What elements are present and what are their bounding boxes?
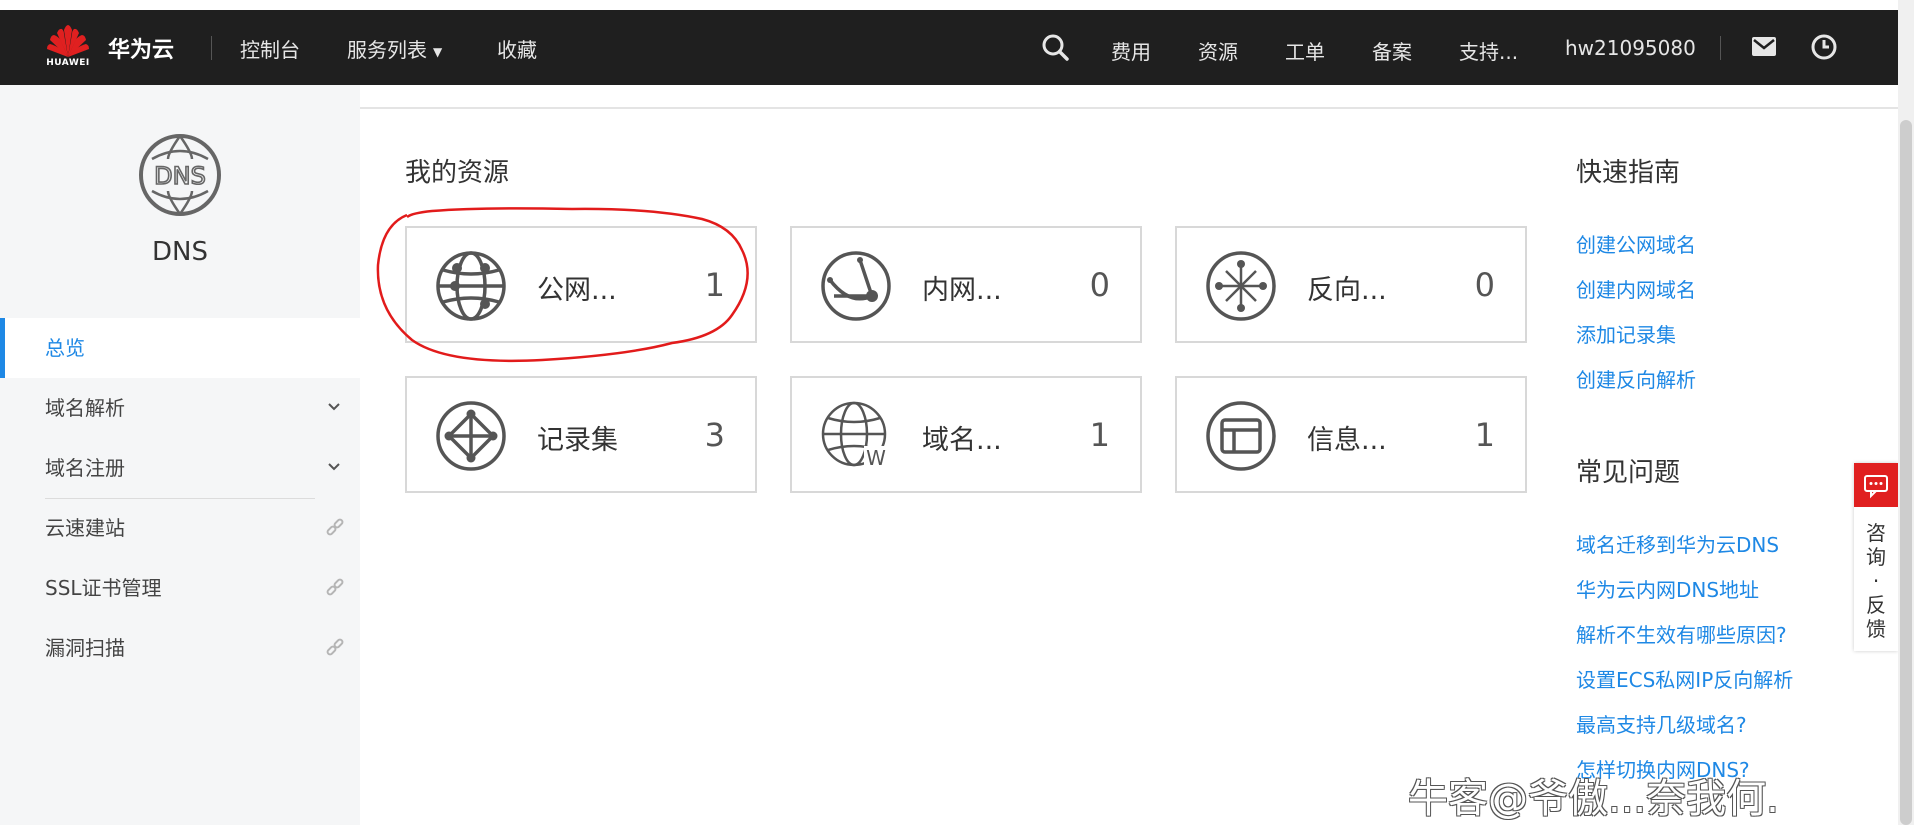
card-label: 反向... xyxy=(1307,275,1387,306)
nav-favorites[interactable]: 收藏 xyxy=(497,34,537,63)
nav-icp-filing[interactable]: 备案 xyxy=(1372,36,1412,65)
card-count: 0 xyxy=(1474,266,1495,304)
sidebar-item-label: 总览 xyxy=(45,336,85,360)
watermark-text: 牛客@爷傲...奈我何. xyxy=(1408,776,1779,822)
svg-text:W: W xyxy=(866,446,886,470)
nav-billing[interactable]: 费用 xyxy=(1111,36,1151,65)
card-count: 1 xyxy=(1089,416,1110,454)
sidebar-item-label: 云速建站 xyxy=(45,516,125,540)
huawei-logo[interactable]: HUAWEI xyxy=(44,24,92,80)
resource-card-record-sets[interactable]: 记录集 3 xyxy=(405,376,757,493)
external-link-icon xyxy=(324,498,346,558)
guide-link-create-private-zone[interactable]: 创建内网域名 xyxy=(1576,274,1696,303)
sidebar-item-overview[interactable]: 总览 xyxy=(0,318,360,378)
chat-icon xyxy=(1854,463,1898,507)
card-label: 记录集 xyxy=(537,425,618,456)
faq-link[interactable]: 域名迁移到华为云DNS xyxy=(1576,529,1779,558)
clock-icon[interactable] xyxy=(1809,32,1839,62)
logo-text: HUAWEI xyxy=(46,58,90,68)
globe-icon xyxy=(435,250,507,322)
my-resources-title: 我的资源 xyxy=(405,158,510,188)
sidebar-item-site-builder[interactable]: 云速建站 xyxy=(0,498,360,558)
nav-service-list[interactable]: 服务列表 ▼ xyxy=(347,34,442,63)
nav-tickets[interactable]: 工单 xyxy=(1285,36,1325,65)
sidebar-item-domain-registration[interactable]: 域名注册 xyxy=(0,438,360,498)
guide-link-create-reverse-resolution[interactable]: 创建反向解析 xyxy=(1576,364,1696,393)
nav-service-list-label: 服务列表 xyxy=(347,38,427,62)
nav-support[interactable]: 支持... xyxy=(1459,36,1518,65)
private-network-icon xyxy=(820,250,892,322)
top-navigation-bar: HUAWEI 华为云 控制台 服务列表 ▼ 收藏 费用 资源 工单 备案 支持..… xyxy=(0,10,1898,85)
card-label: 域名... xyxy=(922,425,1002,456)
search-icon[interactable] xyxy=(1040,32,1070,62)
sidebar-item-label: 域名解析 xyxy=(45,396,125,420)
nav-divider xyxy=(211,36,212,60)
card-count: 1 xyxy=(704,266,725,304)
card-label: 公网... xyxy=(537,275,617,306)
caret-down-icon: ▼ xyxy=(433,44,443,59)
brand-name[interactable]: 华为云 xyxy=(108,32,174,64)
faq-link[interactable]: 解析不生效有哪些原因? xyxy=(1576,619,1787,648)
sidebar: DNS DNS 总览 域名解析 域名注册 云速建站 SSL证书管理 漏洞扫描 xyxy=(0,85,360,825)
user-account[interactable]: hw21095080 xyxy=(1565,36,1696,60)
guide-link-add-record-set[interactable]: 添加记录集 xyxy=(1576,319,1676,348)
external-link-icon xyxy=(324,558,346,618)
faq-link[interactable]: 设置ECS私网IP反向解析 xyxy=(1576,664,1793,693)
feedback-widget[interactable]: 咨询 · 反馈 xyxy=(1854,463,1898,651)
sidebar-item-ssl-certificate[interactable]: SSL证书管理 xyxy=(0,558,360,618)
card-count: 0 xyxy=(1089,266,1110,304)
card-label: 内网... xyxy=(922,275,1002,306)
feedback-label: 咨询 · 反馈 xyxy=(1866,521,1886,641)
sidebar-item-vulnerability-scan[interactable]: 漏洞扫描 xyxy=(0,618,360,678)
resource-card-domains[interactable]: W 域名... 1 xyxy=(790,376,1142,493)
record-set-icon xyxy=(435,400,507,472)
resource-card-public-zones[interactable]: 公网... 1 xyxy=(405,226,757,343)
sidebar-item-label: SSL证书管理 xyxy=(45,576,162,600)
resource-card-reverse-resolution[interactable]: 反向... 0 xyxy=(1175,226,1527,343)
faq-link[interactable]: 最高支持几级域名? xyxy=(1576,709,1747,738)
scrollbar-thumb[interactable] xyxy=(1900,120,1912,825)
card-count: 1 xyxy=(1474,416,1495,454)
dns-service-icon: DNS xyxy=(138,133,222,217)
sidebar-item-label: 域名注册 xyxy=(45,456,125,480)
faq-link[interactable]: 华为云内网DNS地址 xyxy=(1576,574,1759,603)
external-link-icon xyxy=(324,618,346,678)
quick-guide-title: 快速指南 xyxy=(1576,158,1681,188)
guide-link-create-public-zone[interactable]: 创建公网域名 xyxy=(1576,229,1696,258)
nav-resources[interactable]: 资源 xyxy=(1198,36,1238,65)
nav-console[interactable]: 控制台 xyxy=(240,34,300,63)
sidebar-item-dns-resolution[interactable]: 域名解析 xyxy=(0,378,360,438)
service-title: DNS xyxy=(152,237,208,267)
faq-title: 常见问题 xyxy=(1576,458,1681,488)
domain-web-icon: W xyxy=(820,400,892,472)
info-window-icon xyxy=(1205,400,1277,472)
mail-icon[interactable] xyxy=(1749,32,1779,62)
sidebar-item-label: 漏洞扫描 xyxy=(45,636,125,660)
user-divider xyxy=(1720,36,1721,60)
card-label: 信息... xyxy=(1307,425,1387,456)
resource-card-information[interactable]: 信息... 1 xyxy=(1175,376,1527,493)
reverse-resolution-icon xyxy=(1205,250,1277,322)
svg-text:DNS: DNS xyxy=(154,162,206,190)
resource-card-private-zones[interactable]: 内网... 0 xyxy=(790,226,1142,343)
content-top-border xyxy=(360,107,1898,109)
card-count: 3 xyxy=(704,416,725,454)
